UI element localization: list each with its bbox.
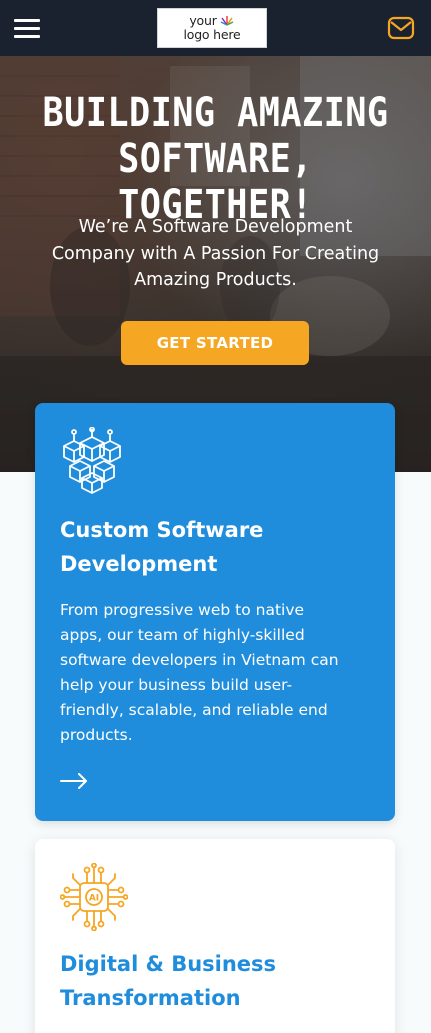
service-card-desc-line: software developers in Vietnam can <box>60 651 339 669</box>
menu-line <box>14 27 40 30</box>
logo-text-bottom: logo here <box>183 27 241 42</box>
site-logo[interactable]: your logo here <box>157 8 267 48</box>
cubes-network-icon <box>63 427 121 494</box>
service-card-desc-line: help your business build user- <box>60 676 293 694</box>
logo-text-top: your <box>189 13 217 28</box>
service-card-title-line: Digital & Business <box>60 952 277 976</box>
hamburger-menu-icon[interactable] <box>14 17 40 39</box>
logo-spark-icon <box>220 16 234 26</box>
menu-line <box>14 35 40 38</box>
service-card-desc-line: products. <box>60 726 133 744</box>
mail-envelope-icon[interactable] <box>387 15 415 41</box>
hero-subtitle-line: We’re A Software Development <box>78 217 353 237</box>
top-nav-bar: your logo here <box>0 0 431 56</box>
service-card-title: Digital & Business Transformation <box>60 947 380 1015</box>
service-card-title: Custom Software Development <box>60 513 380 581</box>
ai-chip-icon: AI <box>60 863 128 931</box>
arrow-right-icon[interactable] <box>60 773 88 789</box>
menu-line <box>14 19 40 22</box>
service-card-digital-transformation[interactable]: AI Digital & Business Transformation <box>35 839 395 1033</box>
service-card-desc-line: friendly, scalable, and reliable end <box>60 701 328 719</box>
hero-title: BUILDING AMAZING SOFTWARE, TOGETHER! <box>26 90 405 228</box>
service-card-title-line: Custom Software <box>60 518 264 542</box>
service-card-custom-software[interactable]: Custom Software Development From progres… <box>35 403 395 821</box>
service-card-title-line: Transformation <box>60 986 241 1010</box>
get-started-button[interactable]: GET STARTED <box>121 321 309 365</box>
ai-chip-label: AI <box>89 894 99 904</box>
service-card-desc-line: apps, our team of highly-skilled <box>60 626 305 644</box>
hero-subtitle-line: Amazing Products. <box>134 270 297 290</box>
service-card-description: From progressive web to native apps, our… <box>60 598 375 748</box>
service-card-title-line: Development <box>60 552 218 576</box>
service-card-desc-line: From progressive web to native <box>60 601 305 619</box>
hero-subtitle: We’re A Software Development Company wit… <box>26 214 405 294</box>
hero-title-line: BUILDING AMAZING <box>42 90 389 136</box>
hero-subtitle-line: Company with A Passion For Creating <box>51 243 380 264</box>
